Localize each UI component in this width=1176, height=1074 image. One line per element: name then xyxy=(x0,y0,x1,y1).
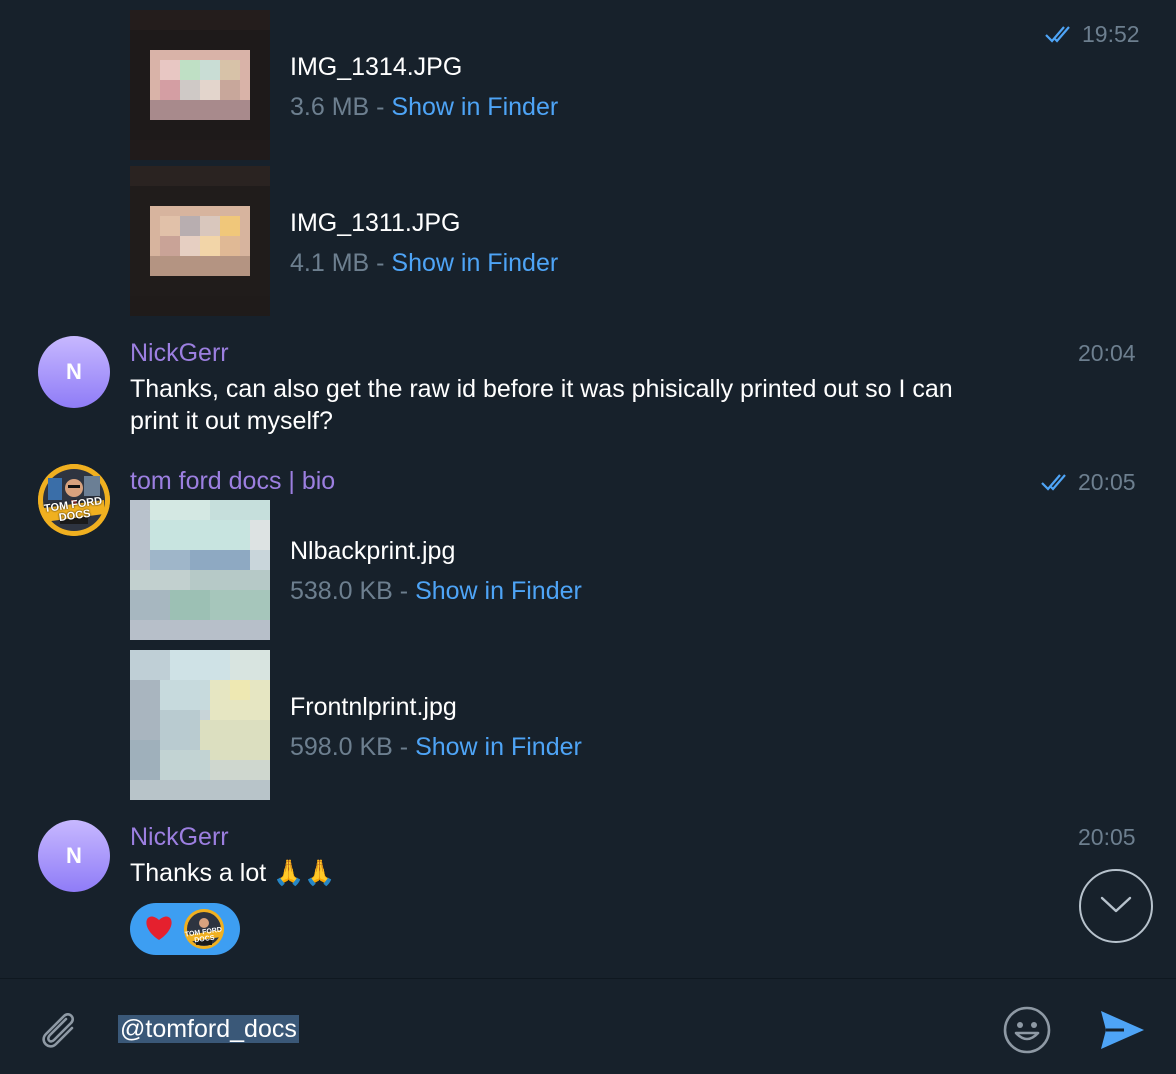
file-name: IMG_1314.JPG xyxy=(290,53,463,81)
scroll-to-bottom-button[interactable] xyxy=(1079,869,1153,943)
composer: @tomford_docs xyxy=(0,978,1176,1074)
avatar[interactable]: N xyxy=(38,820,110,892)
file-size: 3.6 MB xyxy=(290,93,370,121)
smiley-icon[interactable] xyxy=(1002,1005,1052,1060)
message-time: 20:05 xyxy=(1078,824,1136,850)
file-meta-separator: - xyxy=(369,249,392,277)
chevron-down-icon xyxy=(1099,894,1133,919)
file-meta-separator: - xyxy=(392,733,416,761)
message-time: 20:05 xyxy=(1078,469,1136,495)
reaction-avatar: TOM FORD DOCS xyxy=(184,909,224,949)
message-text: Thanks, can also get the raw id before i… xyxy=(130,373,1070,437)
paperclip-icon[interactable] xyxy=(36,1007,82,1058)
show-in-finder-link[interactable]: Show in Finder xyxy=(391,249,558,277)
file-name: Nlbackprint.jpg xyxy=(290,537,456,565)
show-in-finder-link[interactable]: Show in Finder xyxy=(415,577,582,605)
message-input-value[interactable]: @tomford_docs xyxy=(118,1015,299,1043)
file-item[interactable]: IMG_1314.JPG 3.6 MB - Show in Finder xyxy=(130,10,730,160)
send-icon[interactable] xyxy=(1098,1007,1146,1058)
file-meta-separator: - xyxy=(392,577,416,605)
file-item[interactable]: Frontnlprint.jpg 598.0 KB - Show in Find… xyxy=(130,650,730,800)
message-time: 20:04 xyxy=(1078,340,1136,366)
file-thumbnail[interactable] xyxy=(130,10,270,160)
reaction-chip[interactable]: ❤️ TOM FORD DOCS xyxy=(130,903,240,955)
file-name: Frontnlprint.jpg xyxy=(290,693,457,721)
message-text-line: Thanks, can also get the raw id before i… xyxy=(130,375,953,403)
heart-icon xyxy=(144,913,174,946)
message-1-meta: 19:52 xyxy=(1044,20,1140,48)
file-size: 538.0 KB xyxy=(290,577,393,605)
message-time: 19:52 xyxy=(1082,21,1140,47)
file-meta: 538.0 KB - Show in Finder xyxy=(290,576,582,606)
file-thumbnail[interactable] xyxy=(130,166,270,316)
message-3-meta: 20:05 xyxy=(1040,468,1136,496)
avatar[interactable]: N xyxy=(38,336,110,408)
show-in-finder-link[interactable]: Show in Finder xyxy=(415,733,582,761)
file-meta: 598.0 KB - Show in Finder xyxy=(290,732,582,762)
message-input[interactable]: @tomford_docs xyxy=(118,1014,299,1044)
file-size: 4.1 MB xyxy=(290,249,370,277)
sender-name[interactable]: NickGerr xyxy=(130,338,229,368)
file-name: IMG_1311.JPG xyxy=(290,209,461,237)
message-text-line: print it out myself? xyxy=(130,407,333,435)
file-item[interactable]: Nlbackprint.jpg 538.0 KB - Show in Finde… xyxy=(130,500,730,640)
double-check-icon xyxy=(1040,471,1070,493)
file-size: 598.0 KB xyxy=(290,733,393,761)
file-thumbnail[interactable] xyxy=(130,650,270,800)
file-meta: 3.6 MB - Show in Finder xyxy=(290,92,558,122)
avatar[interactable]: TOM FORD DOCS xyxy=(38,464,110,536)
file-meta: 4.1 MB - Show in Finder xyxy=(290,248,558,278)
show-in-finder-link[interactable]: Show in Finder xyxy=(391,93,558,121)
sender-name[interactable]: NickGerr xyxy=(130,822,229,852)
file-meta-separator: - xyxy=(369,93,392,121)
sender-name[interactable]: tom ford docs | bio xyxy=(130,466,335,496)
file-item[interactable]: IMG_1311.JPG 4.1 MB - Show in Finder xyxy=(130,166,730,316)
message-text: Thanks a lot 🙏🙏 xyxy=(130,859,336,887)
double-check-icon xyxy=(1044,23,1074,45)
file-thumbnail[interactable] xyxy=(130,500,270,640)
